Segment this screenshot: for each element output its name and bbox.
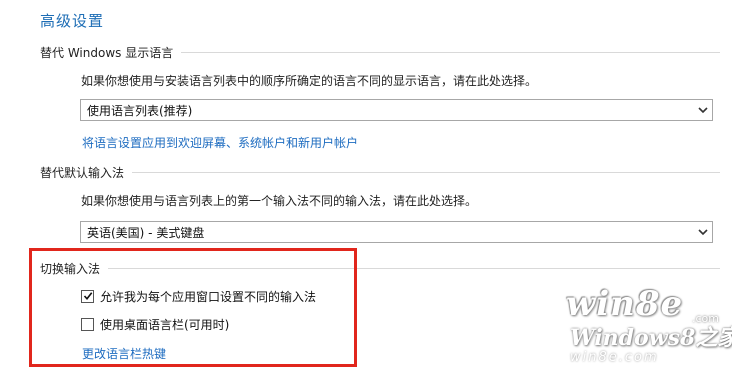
advanced-settings-page: 高级设置 替代 Windows 显示语言 如果你想使用与安装语言列表中的顺序所确… bbox=[0, 0, 732, 375]
display-language-description: 如果你想使用与安装语言列表中的顺序所确定的语言不同的显示语言，请在此处选择。 bbox=[81, 74, 538, 88]
display-language-select[interactable]: 使用语言列表(推荐) bbox=[80, 99, 713, 121]
apply-language-settings-link[interactable]: 将语言设置应用到欢迎屏幕、系统帐户和新用户帐户 bbox=[82, 134, 358, 151]
watermark-bottom: win8e.com bbox=[570, 350, 659, 365]
input-method-select-value: 英语(美国) - 美式键盘 bbox=[87, 225, 205, 240]
page-title: 高级设置 bbox=[40, 12, 105, 30]
section-input-method: 替代默认输入法 bbox=[40, 164, 720, 180]
chevron-down-icon bbox=[694, 222, 712, 242]
section-heading-display-language: 替代 Windows 显示语言 bbox=[40, 45, 174, 60]
section-divider bbox=[132, 171, 720, 173]
section-display-language: 替代 Windows 显示语言 bbox=[40, 44, 720, 60]
watermark-logo: win8e bbox=[566, 284, 684, 324]
watermark: win8e .com Windows8之家 win8e.com bbox=[566, 284, 732, 370]
highlight-annotation-box bbox=[29, 248, 357, 367]
input-method-select[interactable]: 英语(美国) - 美式键盘 bbox=[80, 221, 713, 243]
chevron-down-icon bbox=[694, 100, 712, 120]
display-language-select-value: 使用语言列表(推荐) bbox=[87, 103, 193, 118]
input-method-description: 如果你想使用与语言列表上的第一个输入法不同的输入法，请在此处选择。 bbox=[81, 194, 478, 208]
section-heading-input-method: 替代默认输入法 bbox=[40, 165, 125, 180]
section-divider bbox=[181, 51, 720, 53]
watermark-tagline: Windows8之家 bbox=[570, 325, 732, 351]
